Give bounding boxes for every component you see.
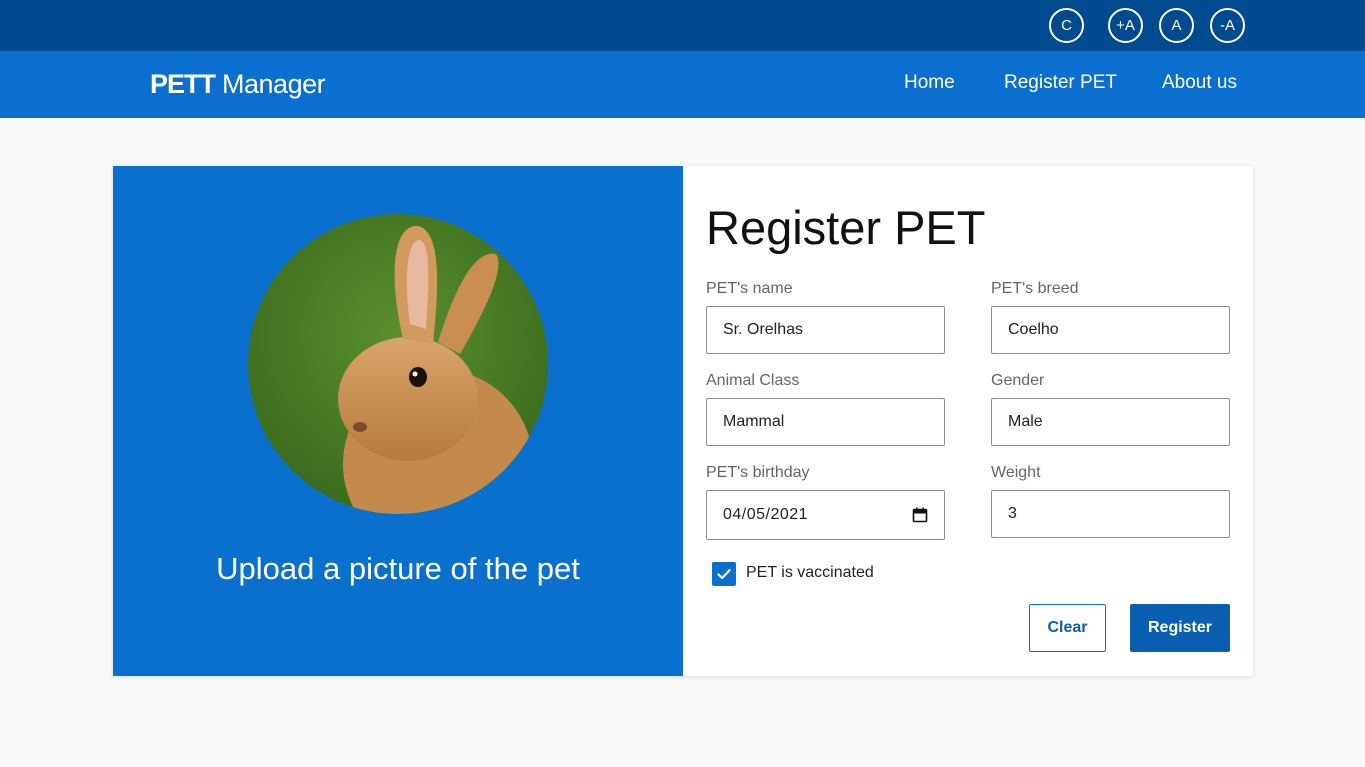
increase-font-button[interactable]: +A xyxy=(1108,8,1143,43)
brand-name-bold: PETT xyxy=(150,69,216,99)
register-card: Upload a picture of the pet Register PET… xyxy=(113,166,1253,676)
pet-name-label: PET's name xyxy=(706,280,793,297)
pet-photo-upload[interactable] xyxy=(248,214,548,514)
vaccinated-label[interactable]: PET is vaccinated xyxy=(746,564,874,582)
pet-name-input[interactable] xyxy=(706,306,945,354)
rabbit-photo xyxy=(248,214,548,514)
reset-font-button[interactable]: A xyxy=(1159,8,1194,43)
decrease-font-button[interactable]: -A xyxy=(1210,8,1245,43)
brand-logo[interactable]: PETT Manager xyxy=(150,69,326,100)
birthday-label: PET's birthday xyxy=(706,464,810,481)
clear-button[interactable]: Clear xyxy=(1029,604,1106,652)
gender-input[interactable] xyxy=(991,398,1230,446)
form-title: Register PET xyxy=(706,201,986,254)
register-form: Register PET PET's name PET's breed Anim… xyxy=(683,166,1253,676)
animal-class-label: Animal Class xyxy=(706,372,800,389)
pet-breed-label: PET's breed xyxy=(991,280,1079,297)
upload-instruction: Upload a picture of the pet xyxy=(216,551,580,586)
animal-class-input[interactable] xyxy=(706,398,945,446)
pet-breed-input[interactable] xyxy=(991,306,1230,354)
weight-label: Weight xyxy=(991,464,1041,481)
accessibility-bar: C +A A -A xyxy=(0,0,1365,51)
nav-link-home[interactable]: Home xyxy=(904,72,955,94)
vaccinated-checkbox[interactable] xyxy=(712,562,736,586)
nav-link-register-pet[interactable]: Register PET xyxy=(1004,72,1117,94)
main-navbar: PETT Manager Home Register PET About us xyxy=(0,51,1365,118)
nav-link-about-us[interactable]: About us xyxy=(1162,72,1237,94)
check-icon xyxy=(717,569,731,580)
weight-input[interactable] xyxy=(991,490,1230,538)
calendar-icon[interactable] xyxy=(912,507,928,523)
upload-panel: Upload a picture of the pet xyxy=(113,166,683,676)
birthday-date-input[interactable]: 04/05/2021 xyxy=(706,490,945,540)
contrast-button[interactable]: C xyxy=(1049,8,1084,43)
gender-label: Gender xyxy=(991,372,1045,389)
register-button[interactable]: Register xyxy=(1130,604,1230,652)
birthday-value: 04/05/2021 xyxy=(723,506,809,523)
brand-name-light: Manager xyxy=(222,69,326,99)
